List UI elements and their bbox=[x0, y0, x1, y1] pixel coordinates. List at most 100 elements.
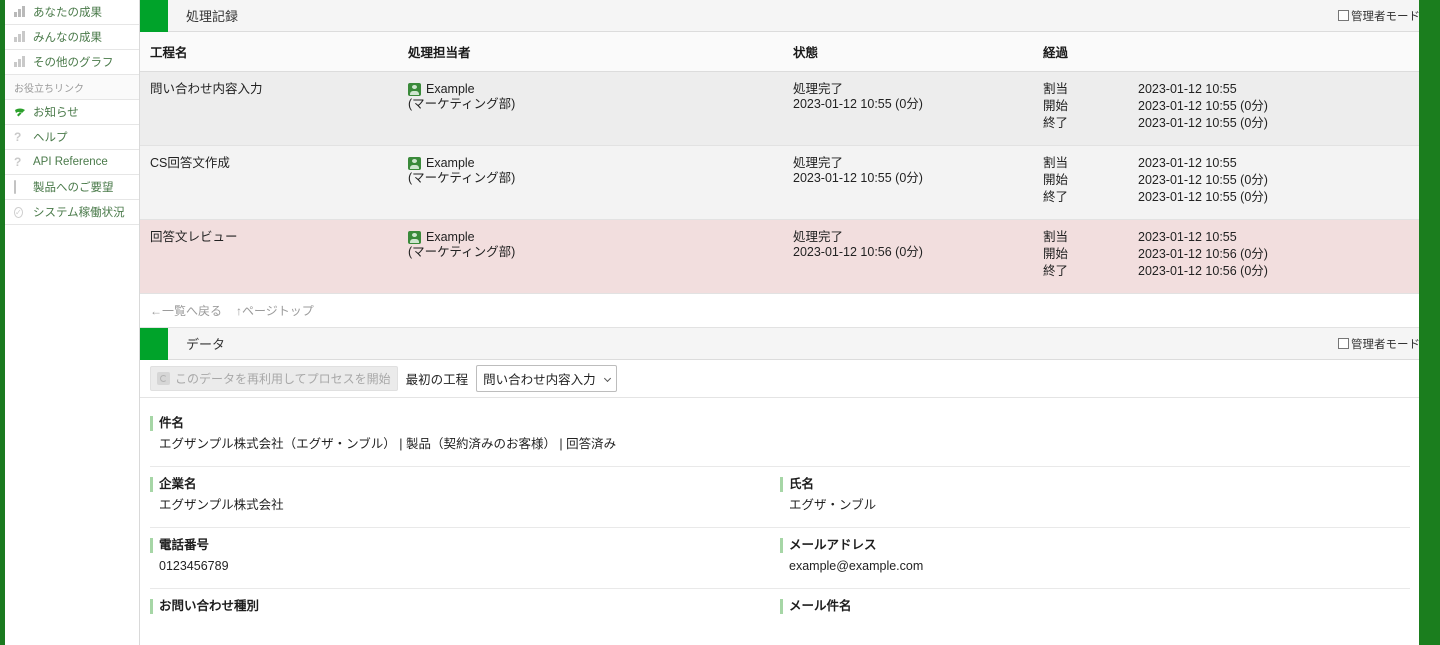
first-step-selected-value: 問い合わせ内容入力 bbox=[483, 369, 596, 388]
back-to-list-link[interactable]: ←一覧へ戻る bbox=[150, 302, 222, 319]
sidebar-item-product-request[interactable]: 製品へのご要望 bbox=[5, 175, 139, 200]
field-inquiry-type: お問い合わせ種別 bbox=[150, 589, 780, 633]
app-root: あなたの成果 みんなの成果 その他のグラフ お役立ちリンク お知らせ bbox=[0, 0, 1440, 645]
progress-value-assigned: 2023-01-12 10:55 bbox=[1138, 230, 1424, 245]
progress-value-assigned: 2023-01-12 10:55 bbox=[1138, 156, 1424, 171]
table-header-row: 工程名 処理担当者 状態 経過 bbox=[140, 32, 1424, 72]
table-row[interactable]: CS回答文作成 Example (マーケティング部) 処理完 bbox=[140, 146, 1424, 220]
sidebar-item-your-results[interactable]: あなたの成果 bbox=[5, 0, 139, 25]
progress-key-assigned: 割当 bbox=[1043, 156, 1138, 171]
progress-value-started: 2023-01-12 10:55 (0分) bbox=[1138, 99, 1424, 114]
section-color-swatch bbox=[140, 328, 168, 360]
table-footer-links: ←一覧へ戻る ↑ページトップ bbox=[140, 294, 1424, 328]
checkbox-icon[interactable] bbox=[1338, 338, 1349, 349]
column-header-step: 工程名 bbox=[140, 32, 398, 72]
announcement-icon bbox=[14, 106, 27, 119]
field-mail-subject: メール件名 bbox=[780, 589, 1410, 633]
user-department: (マーケティング部) bbox=[408, 97, 515, 111]
admin-mode-label: 管理者モード bbox=[1351, 8, 1420, 24]
data-toolbar: このデータを再利用してプロセスを開始 最初の工程 問い合わせ内容入力 bbox=[140, 360, 1424, 398]
reuse-data-start-process-button[interactable]: このデータを再利用してプロセスを開始 bbox=[150, 366, 398, 391]
refresh-icon bbox=[157, 372, 170, 385]
progress-value-finished: 2023-01-12 10:55 (0分) bbox=[1138, 116, 1424, 131]
sidebar-item-api-reference[interactable]: ? API Reference bbox=[5, 150, 139, 175]
speech-bubble-icon bbox=[14, 181, 27, 194]
bar-chart-group-icon bbox=[14, 31, 27, 44]
field-label: 氏名 bbox=[780, 477, 1410, 492]
progress-key-started: 開始 bbox=[1043, 247, 1138, 262]
cell-progress: 割当 2023-01-12 10:55 開始 2023-01-12 10:56 … bbox=[1033, 220, 1424, 294]
progress-key-finished: 終了 bbox=[1043, 190, 1138, 205]
cell-state: 処理完了 2023-01-12 10:55 (0分) bbox=[783, 146, 1033, 220]
progress-key-finished: 終了 bbox=[1043, 116, 1138, 131]
sidebar: あなたの成果 みんなの成果 その他のグラフ お役立ちリンク お知らせ bbox=[5, 0, 140, 645]
user-name: Example bbox=[426, 156, 475, 171]
column-header-progress: 経過 bbox=[1033, 32, 1424, 72]
field-value: エグザ・ンブル bbox=[780, 497, 1410, 513]
progress-key-started: 開始 bbox=[1043, 99, 1138, 114]
state-time: 2023-01-12 10:56 (0分) bbox=[793, 245, 1033, 260]
cell-step: CS回答文作成 bbox=[140, 146, 398, 220]
progress-key-finished: 終了 bbox=[1043, 264, 1138, 279]
main-content: 処理記録 管理者モード 工程名 処理担当者 状態 経過 bbox=[140, 0, 1440, 645]
progress-key-assigned: 割当 bbox=[1043, 82, 1138, 97]
state-time: 2023-01-12 10:55 (0分) bbox=[793, 171, 1033, 186]
sidebar-item-everyones-results[interactable]: みんなの成果 bbox=[5, 25, 139, 50]
state-text: 処理完了 bbox=[793, 156, 1033, 171]
field-label: 件名 bbox=[150, 416, 1410, 431]
progress-value-started: 2023-01-12 10:56 (0分) bbox=[1138, 247, 1424, 262]
field-label: メールアドレス bbox=[780, 538, 1410, 553]
reuse-button-label: このデータを再利用してプロセスを開始 bbox=[175, 370, 391, 387]
sidebar-item-help[interactable]: ? ヘルプ bbox=[5, 125, 139, 150]
field-value: エグザンプル株式会社 bbox=[150, 497, 780, 513]
process-section-title: 処理記録 bbox=[186, 6, 238, 25]
process-section-header: 処理記録 管理者モード bbox=[140, 0, 1424, 32]
user-department: (マーケティング部) bbox=[408, 171, 515, 185]
state-time: 2023-01-12 10:55 (0分) bbox=[793, 97, 1033, 112]
sidebar-item-label: あなたの成果 bbox=[33, 4, 102, 20]
field-value: エグザンプル株式会社（エグザ・ンブル） | 製品（契約済みのお客様） | 回答済… bbox=[150, 436, 1410, 452]
progress-value-started: 2023-01-12 10:55 (0分) bbox=[1138, 173, 1424, 188]
field-company-name: 企業名 エグザンプル株式会社 bbox=[150, 467, 780, 527]
cell-user: Example (マーケティング部) bbox=[398, 146, 783, 220]
sidebar-item-announcements[interactable]: お知らせ bbox=[5, 100, 139, 125]
sidebar-item-label: ヘルプ bbox=[33, 129, 68, 145]
process-admin-mode-toggle[interactable]: 管理者モード bbox=[1338, 8, 1420, 24]
data-section-header: データ 管理者モード bbox=[140, 328, 1424, 360]
sidebar-item-label: その他のグラフ bbox=[33, 54, 114, 70]
process-table-body: 問い合わせ内容入力 Example (マーケティング部) 処 bbox=[140, 72, 1424, 294]
table-row[interactable]: 回答文レビュー Example (マーケティング部) 処理完 bbox=[140, 220, 1424, 294]
user-avatar-icon bbox=[408, 83, 421, 96]
state-text: 処理完了 bbox=[793, 230, 1033, 245]
first-step-select[interactable]: 問い合わせ内容入力 bbox=[476, 365, 617, 392]
sidebar-item-system-status[interactable]: ✓ システム稼働状況 bbox=[5, 200, 139, 225]
page-top-link[interactable]: ↑ページトップ bbox=[236, 302, 314, 319]
cell-user: Example (マーケティング部) bbox=[398, 72, 783, 146]
process-record-table: 工程名 処理担当者 状態 経過 問い合わせ内容入力 Exa bbox=[140, 32, 1424, 294]
data-fields: 件名 エグザンプル株式会社（エグザ・ンブル） | 製品（契約済みのお客様） | … bbox=[140, 398, 1424, 633]
user-department: (マーケティング部) bbox=[408, 245, 515, 259]
column-header-user: 処理担当者 bbox=[398, 32, 783, 72]
sidebar-item-other-graphs[interactable]: その他のグラフ bbox=[5, 50, 139, 75]
cell-step: 問い合わせ内容入力 bbox=[140, 72, 398, 146]
user-name: Example bbox=[426, 230, 475, 245]
cell-step: 回答文レビュー bbox=[140, 220, 398, 294]
section-color-swatch bbox=[140, 0, 168, 32]
data-admin-mode-toggle[interactable]: 管理者モード bbox=[1338, 336, 1420, 352]
field-label: 電話番号 bbox=[150, 538, 780, 553]
progress-value-finished: 2023-01-12 10:55 (0分) bbox=[1138, 190, 1424, 205]
cell-state: 処理完了 2023-01-12 10:56 (0分) bbox=[783, 220, 1033, 294]
user-avatar-icon bbox=[408, 157, 421, 170]
user-name: Example bbox=[426, 82, 475, 97]
sidebar-item-label: みんなの成果 bbox=[33, 29, 102, 45]
sidebar-section-title: お役立ちリンク bbox=[5, 75, 139, 100]
cell-user: Example (マーケティング部) bbox=[398, 220, 783, 294]
state-text: 処理完了 bbox=[793, 82, 1033, 97]
sidebar-item-label: 製品へのご要望 bbox=[33, 179, 114, 195]
table-row[interactable]: 問い合わせ内容入力 Example (マーケティング部) 処 bbox=[140, 72, 1424, 146]
field-person-name: 氏名 エグザ・ンブル bbox=[780, 467, 1410, 527]
checkbox-icon[interactable] bbox=[1338, 10, 1349, 21]
field-phone-number: 電話番号 0123456789 bbox=[150, 528, 780, 588]
field-label: お問い合わせ種別 bbox=[150, 599, 780, 614]
sidebar-item-label: API Reference bbox=[33, 156, 108, 168]
